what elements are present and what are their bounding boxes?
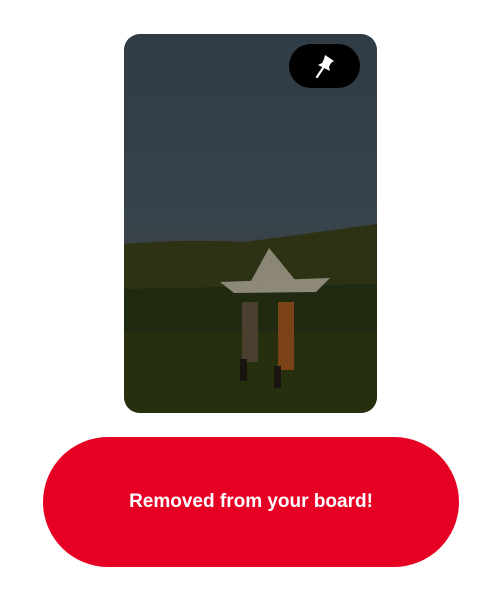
pin-button[interactable] <box>289 44 360 88</box>
removed-toast: Removed from your board! <box>43 437 459 567</box>
toast-message: Removed from your board! <box>129 491 373 512</box>
pin-card[interactable] <box>124 34 377 413</box>
pushpin-icon <box>315 55 334 79</box>
pin-image <box>124 34 377 413</box>
